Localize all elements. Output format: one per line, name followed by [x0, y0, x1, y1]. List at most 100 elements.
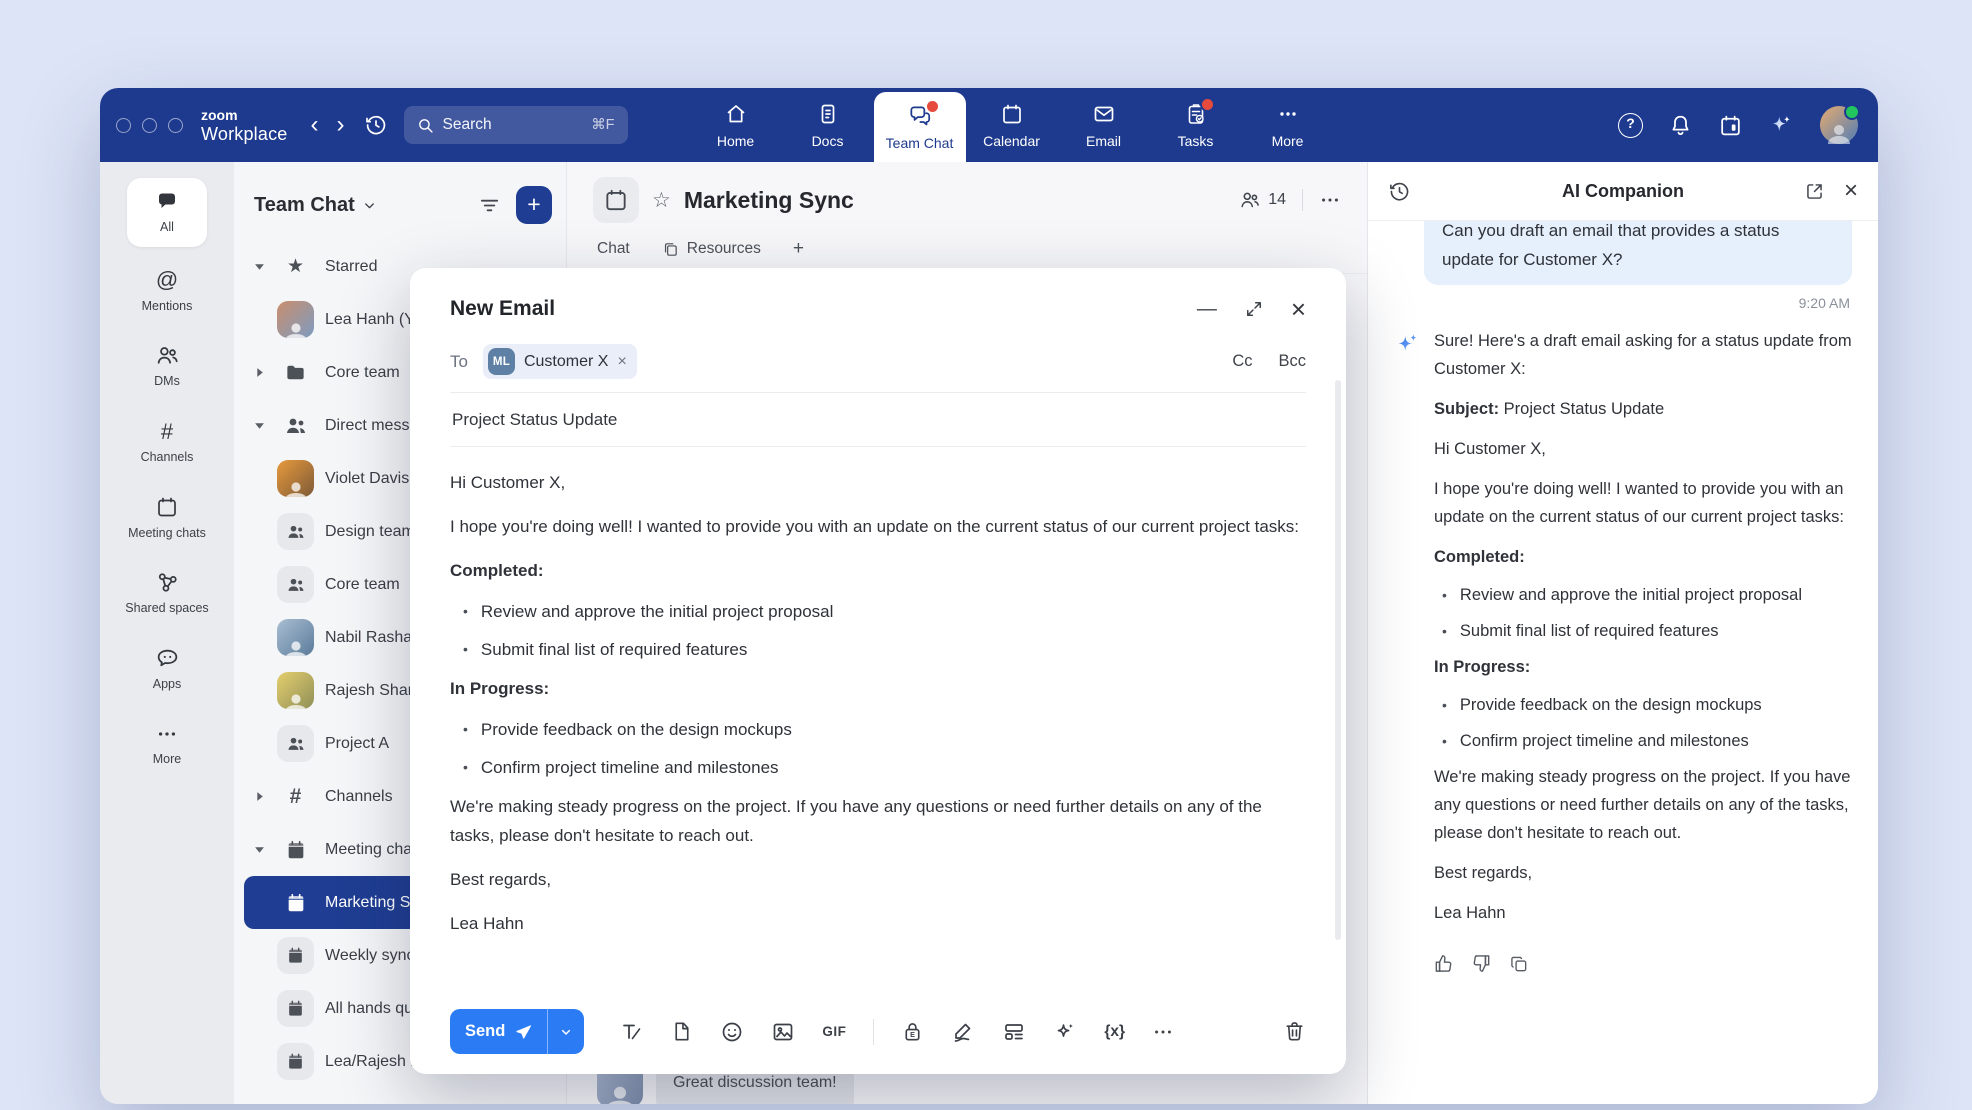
- text-format-icon[interactable]: [619, 1020, 643, 1044]
- subject-input[interactable]: Project Status Update: [450, 393, 1306, 447]
- thumbs-down-icon[interactable]: [1471, 953, 1492, 974]
- tab-resources[interactable]: Resources: [662, 240, 761, 258]
- user-avatar[interactable]: [1820, 106, 1858, 144]
- hash-icon: #: [277, 785, 314, 809]
- bcc-button[interactable]: Bcc: [1278, 352, 1306, 371]
- caret-right-icon[interactable]: [252, 791, 266, 802]
- caret-down-icon[interactable]: [252, 261, 266, 272]
- sidebar-title-dropdown[interactable]: Team Chat: [254, 194, 377, 217]
- nav-tab-docs[interactable]: Docs: [782, 88, 874, 162]
- rail-item-mentions[interactable]: @ Mentions: [112, 260, 222, 323]
- nav-tab-email[interactable]: Email: [1058, 88, 1150, 162]
- channel-title: Marketing Sync: [684, 187, 854, 214]
- ai-close-icon[interactable]: ×: [1844, 179, 1858, 203]
- more-icon: [1276, 101, 1300, 127]
- notifications-bell-icon[interactable]: [1668, 113, 1693, 138]
- list-item: Confirm project timeline and milestones: [463, 753, 1306, 782]
- rail-item-channels[interactable]: # Channels: [112, 411, 222, 474]
- expand-icon[interactable]: [1244, 299, 1264, 319]
- ai-history-icon[interactable]: [1388, 180, 1411, 203]
- window-control-dot[interactable]: [116, 118, 131, 133]
- avatar: [277, 672, 314, 709]
- chevron-down-icon: [362, 198, 377, 213]
- send-button[interactable]: Send: [450, 1009, 548, 1054]
- tab-add[interactable]: +: [793, 238, 804, 260]
- channel-more-icon[interactable]: [1319, 189, 1341, 211]
- window-controls[interactable]: [116, 118, 183, 133]
- avatar: [277, 460, 314, 497]
- rail-item-all[interactable]: All: [127, 178, 207, 247]
- modal-header: New Email — ×: [450, 268, 1306, 322]
- variables-icon[interactable]: {x}: [1104, 1023, 1125, 1041]
- cc-button[interactable]: Cc: [1232, 352, 1252, 371]
- ellipsis-icon: [156, 721, 178, 746]
- help-icon[interactable]: [1618, 113, 1643, 138]
- new-chat-button[interactable]: +: [516, 186, 552, 224]
- close-icon[interactable]: ×: [1291, 296, 1306, 322]
- minimize-icon[interactable]: —: [1197, 299, 1217, 319]
- template-layout-icon[interactable]: [1002, 1020, 1026, 1044]
- rail-item-meeting-chats[interactable]: Meeting chats: [112, 487, 222, 550]
- gif-icon[interactable]: GIF: [822, 1024, 846, 1039]
- ai-sparkle-icon: [1394, 331, 1421, 939]
- toolbar-more-icon[interactable]: [1152, 1021, 1174, 1043]
- recipient-chip[interactable]: ML Customer X ×: [483, 344, 637, 379]
- image-icon[interactable]: [771, 1020, 795, 1044]
- member-count[interactable]: 14: [1239, 189, 1286, 211]
- tab-chat[interactable]: Chat: [597, 240, 630, 258]
- send-options-dropdown[interactable]: [548, 1009, 584, 1054]
- modal-title: New Email: [450, 297, 555, 321]
- open-in-window-icon[interactable]: [1804, 181, 1825, 202]
- rail-item-dms[interactable]: DMs: [112, 335, 222, 398]
- nav-tab-team-chat[interactable]: Team Chat: [874, 92, 966, 162]
- signature-pen-icon[interactable]: [951, 1020, 975, 1044]
- chevron-down-icon: [558, 1024, 574, 1040]
- nav-tab-tasks[interactable]: Tasks: [1150, 88, 1242, 162]
- rail-item-apps[interactable]: Apps: [112, 638, 222, 701]
- ai-compose-sparkle-icon[interactable]: [1053, 1020, 1077, 1044]
- caret-down-icon[interactable]: [252, 844, 266, 855]
- history-icon[interactable]: [364, 113, 388, 137]
- people-icon: [277, 414, 314, 438]
- email-body-editor[interactable]: Hi Customer X, I hope you're doing well!…: [450, 447, 1306, 938]
- at-sign-icon: @: [156, 268, 178, 293]
- email-icon: [1092, 101, 1116, 127]
- nav-tab-more[interactable]: More: [1242, 88, 1334, 162]
- calendar-date-icon[interactable]: [1718, 113, 1743, 138]
- encrypt-lock-icon[interactable]: E: [901, 1020, 924, 1043]
- window-control-dot[interactable]: [142, 118, 157, 133]
- nav-tab-home[interactable]: Home: [690, 88, 782, 162]
- attach-file-icon[interactable]: [670, 1020, 693, 1043]
- window-control-dot[interactable]: [168, 118, 183, 133]
- svg-text:E: E: [910, 1031, 915, 1039]
- search-input[interactable]: Search ⌘F: [404, 106, 628, 144]
- desktop-background: zoom Workplace ‹ › Search ⌘F Home: [0, 0, 1972, 1110]
- back-button[interactable]: ‹: [302, 113, 328, 137]
- favorite-star-icon[interactable]: ☆: [652, 188, 671, 213]
- ai-companion-sparkle-icon[interactable]: [1768, 112, 1795, 139]
- main-nav: Home Docs Team Chat Calendar: [690, 88, 1334, 162]
- ai-feedback-actions: [1433, 953, 1852, 974]
- modal-scrollbar[interactable]: [1335, 380, 1341, 940]
- discard-trash-icon[interactable]: [1283, 1020, 1306, 1043]
- thumbs-up-icon[interactable]: [1433, 953, 1454, 974]
- nav-tab-calendar[interactable]: Calendar: [966, 88, 1058, 162]
- emoji-icon[interactable]: [720, 1020, 744, 1044]
- home-icon: [724, 101, 748, 127]
- copy-icon[interactable]: [1509, 953, 1529, 974]
- ai-conversation[interactable]: Can you draft an email that provides a s…: [1368, 221, 1878, 1104]
- recipient-row[interactable]: To ML Customer X × Cc Bcc: [450, 344, 1306, 393]
- send-split-button[interactable]: Send: [450, 1009, 584, 1054]
- list-item: Review and approve the initial project p…: [463, 597, 1306, 626]
- remove-recipient-icon[interactable]: ×: [617, 353, 626, 371]
- rail-item-more[interactable]: More: [112, 713, 222, 776]
- caret-right-icon[interactable]: [252, 367, 266, 378]
- hash-icon: #: [161, 419, 173, 444]
- caret-down-icon[interactable]: [252, 420, 266, 431]
- forward-button[interactable]: ›: [328, 113, 354, 137]
- channel-header: ☆ Marketing Sync 14: [567, 162, 1367, 232]
- presence-indicator: [1844, 104, 1860, 120]
- members-icon: [1239, 189, 1261, 211]
- filter-icon[interactable]: [478, 194, 501, 217]
- rail-item-shared-spaces[interactable]: Shared spaces: [112, 562, 222, 625]
